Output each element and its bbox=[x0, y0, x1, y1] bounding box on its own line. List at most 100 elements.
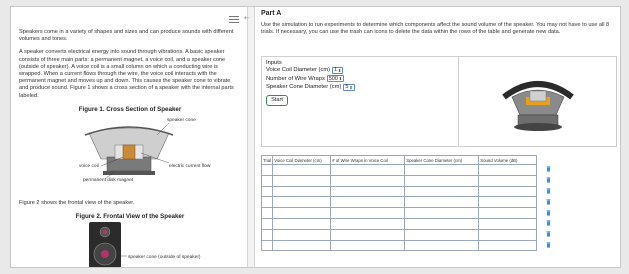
table-body bbox=[260, 164, 538, 252]
passage-para-3: Figure 2 shows the frontal view of the s… bbox=[19, 199, 135, 206]
input-row-coil-diameter: Voice Coil Diameter (cm) 1 ⬍ bbox=[266, 66, 454, 75]
coil-diameter-value: 1 bbox=[334, 67, 338, 74]
table-cell[interactable] bbox=[404, 239, 480, 252]
trash-icon[interactable] bbox=[546, 196, 554, 207]
input-row-wire-wraps: Number of Wire Wraps 500 ⬍ bbox=[266, 75, 454, 84]
trash-icon[interactable] bbox=[546, 175, 554, 186]
part-title: Part A bbox=[261, 10, 282, 17]
table-cell[interactable] bbox=[404, 228, 480, 241]
table-cell[interactable] bbox=[478, 228, 538, 241]
table-cell[interactable] bbox=[330, 228, 406, 241]
label-current-flow: electric current flow bbox=[169, 163, 211, 169]
table-cell[interactable] bbox=[260, 185, 274, 198]
label-permanent-magnet: permanent disk magnet bbox=[83, 177, 134, 183]
passage-pane: Speakers come in a variety of shapes and… bbox=[11, 7, 247, 267]
table-cell[interactable] bbox=[404, 207, 480, 219]
cone-diameter-label: Speaker Cone Diameter (cm) bbox=[266, 84, 342, 91]
chevron-icon: ⬍ bbox=[349, 84, 353, 90]
table-cell[interactable] bbox=[330, 174, 406, 187]
table-cell[interactable] bbox=[330, 207, 406, 219]
wire-wraps-select[interactable]: 500 ⬍ bbox=[326, 75, 345, 83]
table-cell[interactable] bbox=[404, 217, 480, 230]
table-cell[interactable] bbox=[260, 196, 274, 209]
input-row-cone-diameter: Speaker Cone Diameter (cm) 5 ⬍ bbox=[266, 83, 454, 92]
table-cell[interactable] bbox=[260, 174, 274, 187]
label-voice-coil: voice coil bbox=[79, 163, 99, 169]
table-cell[interactable] bbox=[272, 164, 332, 176]
table-cell[interactable] bbox=[478, 239, 538, 252]
label-frontal-cone: speaker cone (outside of speaker) bbox=[128, 254, 201, 260]
table-cell[interactable] bbox=[260, 217, 274, 230]
table-cell[interactable] bbox=[404, 196, 480, 209]
wire-wraps-label: Number of Wire Wraps bbox=[266, 75, 325, 82]
passage-para-2: A speaker converts electrical energy int… bbox=[19, 49, 234, 99]
menu-icon[interactable] bbox=[229, 16, 239, 24]
trash-icon[interactable] bbox=[546, 186, 554, 197]
table-cell[interactable] bbox=[260, 239, 274, 252]
trash-column bbox=[546, 164, 554, 250]
header-sound-volume: Sound Volume (dB) bbox=[478, 155, 538, 165]
table-row bbox=[260, 164, 538, 176]
results-table: Trial Voice Coil Diameter (cm) # of Wire… bbox=[260, 155, 538, 252]
table-cell[interactable] bbox=[478, 207, 538, 219]
figure2-title: Figure 2. Frontal View of the Speaker bbox=[75, 213, 185, 221]
label-speaker-cone: speaker cone bbox=[167, 117, 196, 123]
table-cell[interactable] bbox=[330, 164, 406, 176]
trash-icon[interactable] bbox=[546, 164, 554, 175]
header-cone-diameter: Speaker Cone Diameter (cm) bbox=[404, 155, 480, 165]
start-button[interactable]: Start bbox=[266, 94, 288, 106]
table-cell[interactable] bbox=[330, 196, 406, 209]
table-cell[interactable] bbox=[272, 185, 332, 198]
coil-diameter-label: Voice Coil Diameter (cm) bbox=[266, 67, 331, 74]
table-header-row: Trial Voice Coil Diameter (cm) # of Wire… bbox=[260, 155, 538, 165]
trash-icon[interactable] bbox=[546, 229, 554, 240]
speaker-simulation-image bbox=[502, 81, 574, 131]
table-cell[interactable] bbox=[478, 164, 538, 176]
header-wire-wraps: # of Wire Wraps in Voice Coil bbox=[330, 155, 406, 165]
table-cell[interactable] bbox=[404, 164, 480, 176]
table-cell[interactable] bbox=[478, 174, 538, 187]
table-row bbox=[260, 239, 538, 252]
speaker-cross-section-figure: speaker cone voice coil electric current… bbox=[79, 117, 211, 183]
table-cell[interactable] bbox=[272, 174, 332, 187]
pane-divider[interactable] bbox=[247, 7, 255, 267]
cone-diameter-select[interactable]: 5 ⬍ bbox=[343, 83, 355, 91]
coil-diameter-select[interactable]: 1 ⬍ bbox=[332, 66, 344, 74]
trash-icon[interactable] bbox=[546, 218, 554, 229]
table-cell[interactable] bbox=[272, 217, 332, 230]
table-cell[interactable] bbox=[260, 228, 274, 241]
table-cell[interactable] bbox=[478, 217, 538, 230]
table-cell[interactable] bbox=[260, 207, 274, 219]
speaker-frontal-figure: speaker cone (outside of speaker) bbox=[89, 222, 201, 267]
table-row bbox=[260, 228, 538, 241]
table-row bbox=[260, 174, 538, 187]
header-coil-diameter: Voice Coil Diameter (cm) bbox=[272, 155, 332, 165]
passage-para-1: Speakers come in a variety of shapes and… bbox=[19, 29, 234, 43]
table-row bbox=[260, 185, 538, 198]
header-trial: Trial bbox=[260, 155, 274, 165]
table-cell[interactable] bbox=[272, 196, 332, 209]
trash-icon[interactable] bbox=[546, 240, 554, 251]
table-cell[interactable] bbox=[272, 207, 332, 219]
simulation-panel: Inputs Voice Coil Diameter (cm) 1 ⬍ Numbe… bbox=[261, 56, 617, 147]
table-cell[interactable] bbox=[260, 164, 274, 176]
table-cell[interactable] bbox=[404, 185, 480, 198]
table-cell[interactable] bbox=[272, 239, 332, 252]
table-row bbox=[260, 217, 538, 230]
inputs-panel: Inputs Voice Coil Diameter (cm) 1 ⬍ Numbe… bbox=[262, 57, 459, 146]
table-cell[interactable] bbox=[478, 196, 538, 209]
table-cell[interactable] bbox=[478, 185, 538, 198]
table-row bbox=[260, 207, 538, 219]
collapse-arrow-icon[interactable]: ⇠ bbox=[244, 14, 250, 22]
trash-icon[interactable] bbox=[546, 207, 554, 218]
wire-wraps-value: 500 bbox=[328, 75, 338, 82]
table-cell[interactable] bbox=[330, 239, 406, 252]
table-cell[interactable] bbox=[272, 228, 332, 241]
figure1-title: Figure 1. Cross Section of Speaker bbox=[78, 105, 182, 113]
question-pane: Part A Use the simulation to run experim… bbox=[256, 7, 621, 267]
table-cell[interactable] bbox=[404, 174, 480, 187]
chevron-icon: ⬍ bbox=[338, 76, 343, 82]
table-cell[interactable] bbox=[330, 217, 406, 230]
content-frame: Speakers come in a variety of shapes and… bbox=[10, 6, 621, 268]
table-cell[interactable] bbox=[330, 185, 406, 198]
